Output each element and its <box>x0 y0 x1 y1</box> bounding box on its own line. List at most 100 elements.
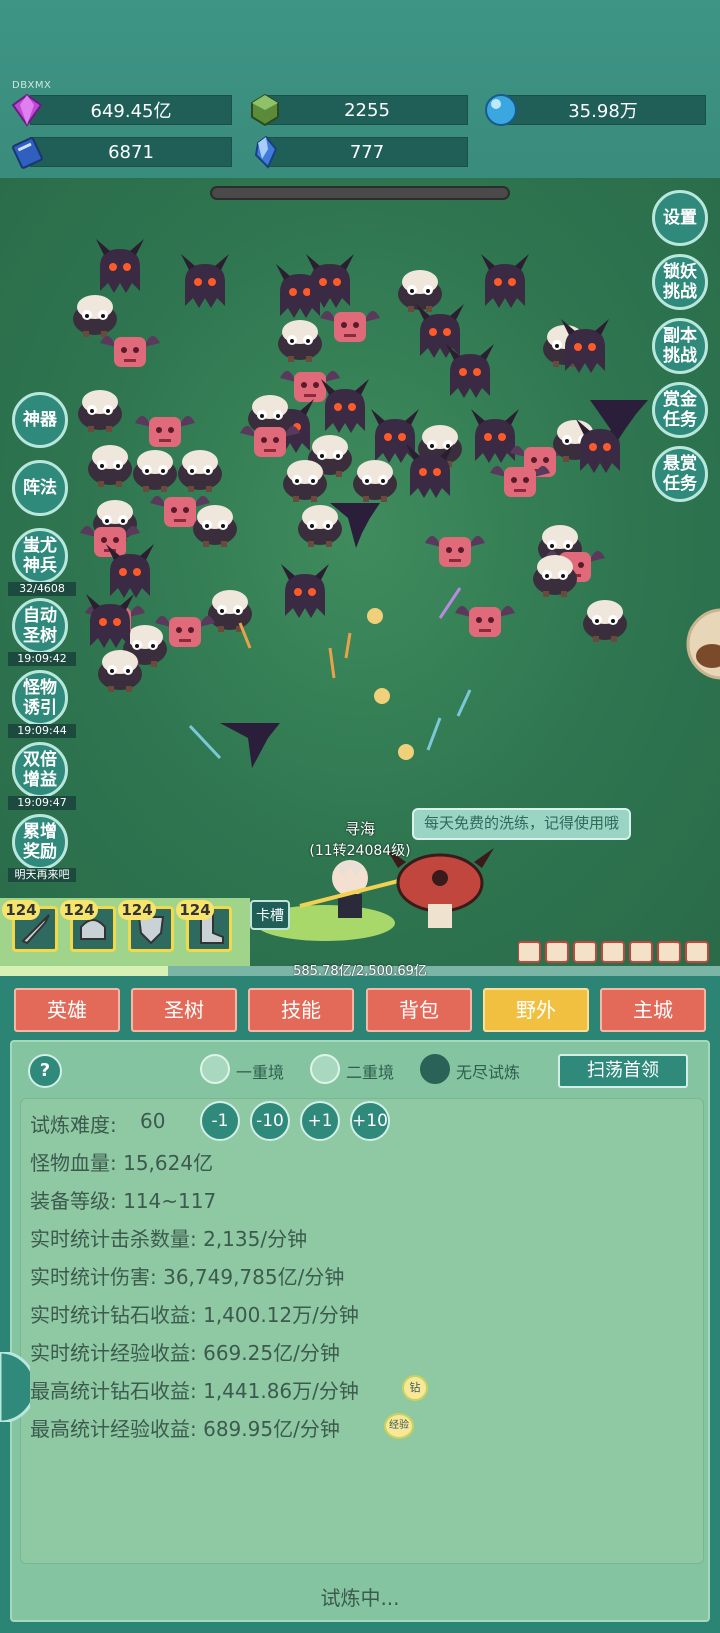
tab-backpack[interactable]: 背包 <box>366 988 472 1032</box>
bat-monster <box>100 335 160 367</box>
sheep-monster <box>98 650 142 692</box>
battle-field[interactable]: 设置 锁妖 挑战 副本 挑战 赏金 任务 悬赏 任务 神器 阵法 蚩尤 神兵 3… <box>0 178 720 966</box>
resource-blue-shard: 777 <box>266 137 468 167</box>
artifact-button[interactable]: 神器 <box>12 392 68 448</box>
difficulty-label: 试炼难度: <box>30 1113 117 1137</box>
mode-label-1[interactable]: 一重境 <box>236 1059 284 1083</box>
player-level: (11转24084级) <box>309 843 411 859</box>
side-pet-icon[interactable] <box>0 1352 30 1422</box>
help-button[interactable]: ? <box>28 1054 62 1088</box>
bounty-task-button[interactable]: 赏金 任务 <box>652 382 708 438</box>
sheep-monster <box>78 390 122 432</box>
monster-lure-timer: 19:09:44 <box>8 724 76 738</box>
card-slot-button[interactable]: 卡槽 <box>250 900 290 930</box>
bat-monster <box>425 535 485 567</box>
bat-monster <box>490 465 550 497</box>
double-boost-button[interactable]: 双倍 增益 <box>12 742 68 798</box>
demon-monster <box>561 319 609 373</box>
demon-monster <box>281 564 329 618</box>
auto-tree-button[interactable]: 自动 圣树 <box>12 598 68 654</box>
difficulty-plus-1-button[interactable]: +1 <box>300 1101 340 1141</box>
skill-icon[interactable] <box>685 941 709 963</box>
stat-damage-rate: 实时统计伤害: 36,749,785亿/分钟 <box>30 1265 345 1289</box>
sheep-monster <box>278 320 322 362</box>
sheep-monster <box>133 450 177 492</box>
demon-monster <box>481 254 529 308</box>
resource-green-crystal: 2255 <box>266 95 468 125</box>
tip-bubble[interactable]: 每天免费的洗练，记得使用哦 <box>412 808 632 840</box>
mushroom-monster <box>386 848 494 928</box>
bat-monster <box>320 310 380 342</box>
demon-monster <box>106 544 154 598</box>
resource-blue-orb: 35.98万 <box>500 95 706 125</box>
mode-radio-endless[interactable] <box>420 1054 450 1084</box>
demon-monster <box>446 344 494 398</box>
resource-blue-book: 6871 <box>30 137 232 167</box>
settings-button[interactable]: 设置 <box>652 190 708 246</box>
stat-max-diamond-rate: 最高统计钻石收益: 1,441.86万/分钟 <box>30 1379 359 1403</box>
sheep-monster <box>283 460 327 502</box>
player-name: 寻海 <box>344 820 375 838</box>
cumulative-reward-status: 明天再来吧 <box>8 868 76 882</box>
green-crystal-icon <box>251 93 279 127</box>
tab-wild[interactable]: 野外 <box>483 988 589 1032</box>
mode-label-2[interactable]: 二重境 <box>346 1059 394 1083</box>
resource-value: 6871 <box>108 141 154 163</box>
dungeon-challenge-button[interactable]: 副本 挑战 <box>652 318 708 374</box>
skill-icon[interactable] <box>657 941 681 963</box>
blue-orb-icon <box>485 94 517 126</box>
resource-value: 777 <box>349 141 385 163</box>
bat-monster <box>135 415 195 447</box>
difficulty-plus-10-button[interactable]: +10 <box>350 1101 390 1141</box>
purple-gem-icon <box>11 93 43 127</box>
demon-lock-challenge-button[interactable]: 锁妖 挑战 <box>652 254 708 310</box>
stat-exp-rate: 实时统计经验收益: 669.25亿/分钟 <box>30 1341 340 1365</box>
sheep-monster <box>208 590 252 632</box>
auto-tree-timer: 19:09:42 <box>8 652 76 666</box>
watermark: DBXMX <box>12 80 52 91</box>
skill-icon[interactable] <box>573 941 597 963</box>
mode-radio-2[interactable] <box>310 1054 340 1084</box>
skill-icon[interactable] <box>629 941 653 963</box>
difficulty-minus-1-button[interactable]: -1 <box>200 1101 240 1141</box>
sheep-monster <box>353 460 397 502</box>
equip-level: 124 <box>118 900 156 920</box>
sheep-monster <box>178 450 222 492</box>
double-boost-timer: 19:09:47 <box>8 796 76 810</box>
tab-hero[interactable]: 英雄 <box>14 988 120 1032</box>
skill-icon[interactable] <box>601 941 625 963</box>
mode-label-endless[interactable]: 无尽试炼 <box>456 1059 520 1083</box>
resource-value: 649.45亿 <box>90 101 172 122</box>
bat-monster <box>80 525 140 557</box>
monster-lure-button[interactable]: 怪物 诱引 <box>12 670 68 726</box>
tab-skill[interactable]: 技能 <box>248 988 354 1032</box>
sheep-monster <box>193 505 237 547</box>
difficulty-minus-10-button[interactable]: -10 <box>250 1101 290 1141</box>
skill-icon[interactable] <box>545 941 569 963</box>
sheep-monster <box>583 600 627 642</box>
demon-monster <box>96 239 144 293</box>
sweep-boss-button[interactable]: 扫荡首领 <box>558 1054 688 1088</box>
sheep-monster <box>88 445 132 487</box>
tab-main-city[interactable]: 主城 <box>600 988 706 1032</box>
equip-level: 124 <box>60 900 98 920</box>
equip-level: 124 <box>176 900 214 920</box>
sheep-monster <box>533 555 577 597</box>
demon-monster <box>181 254 229 308</box>
formation-button[interactable]: 阵法 <box>12 460 68 516</box>
sheep-monster <box>73 295 117 337</box>
stat-kill-rate: 实时统计击杀数量: 2,135/分钟 <box>30 1227 308 1251</box>
chiyou-weapon-progress: 32/4608 <box>8 582 76 596</box>
sheep-monster <box>298 505 342 547</box>
tab-sacred-tree[interactable]: 圣树 <box>131 988 237 1032</box>
skill-icon[interactable] <box>518 941 541 963</box>
difficulty-value: 60 <box>140 1109 166 1133</box>
resource-purple-gem: 649.45亿 <box>30 95 232 125</box>
resource-value: 2255 <box>344 99 390 121</box>
chiyou-weapon-button[interactable]: 蚩尤 神兵 <box>12 528 68 584</box>
reward-task-button[interactable]: 悬赏 任务 <box>652 446 708 502</box>
cumulative-reward-button[interactable]: 累增 奖励 <box>12 814 68 870</box>
resource-value: 35.98万 <box>568 101 638 122</box>
mode-radio-1[interactable] <box>200 1054 230 1084</box>
trial-status: 试炼中... <box>320 1586 400 1610</box>
